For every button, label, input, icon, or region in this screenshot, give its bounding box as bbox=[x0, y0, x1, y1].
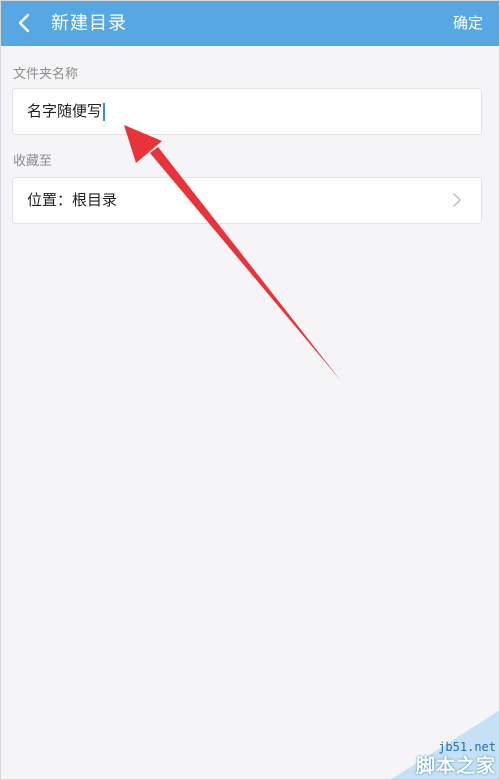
folder-name-value: 名字随便写 bbox=[27, 102, 103, 120]
location-row[interactable]: 位置：根目录 bbox=[12, 177, 482, 224]
app-bar: 新建目录 确定 bbox=[1, 1, 499, 46]
folder-name-input[interactable]: 名字随便写 bbox=[27, 89, 105, 134]
location-text: 位置：根目录 bbox=[27, 191, 118, 209]
confirm-button[interactable]: 确定 bbox=[453, 1, 483, 46]
folder-name-field[interactable]: 名字随便写 bbox=[12, 88, 482, 135]
back-button[interactable] bbox=[9, 7, 41, 39]
chevron-left-icon bbox=[18, 13, 30, 33]
text-caret bbox=[103, 102, 105, 121]
folder-name-label: 文件夹名称 bbox=[13, 67, 79, 82]
screen-frame: 新建目录 确定 文件夹名称 名字随便写 收藏至 位置：根目录 bbox=[0, 0, 500, 780]
save-to-label: 收藏至 bbox=[13, 154, 53, 169]
chevron-right-icon bbox=[453, 193, 461, 207]
page-title: 新建目录 bbox=[51, 13, 127, 34]
